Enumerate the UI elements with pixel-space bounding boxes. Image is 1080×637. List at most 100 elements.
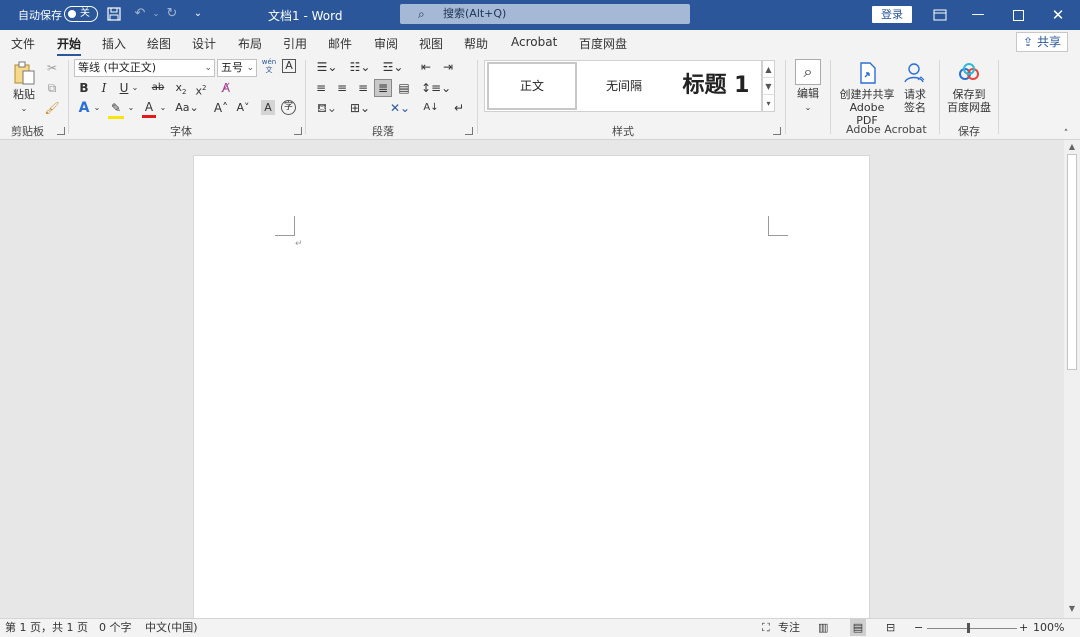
subscript-icon[interactable]: x2 xyxy=(174,80,188,100)
character-shading-icon[interactable]: A xyxy=(261,100,275,115)
document-page[interactable]: ↵ xyxy=(193,155,870,625)
zoom-slider-knob[interactable] xyxy=(967,623,970,633)
italic-icon[interactable]: I xyxy=(98,80,110,96)
clear-formatting-icon[interactable]: A̸ xyxy=(218,80,234,96)
web-layout-icon[interactable]: ⊟ xyxy=(886,619,895,636)
justify-icon[interactable]: ≣ xyxy=(374,79,392,97)
tab-review[interactable]: 审阅 xyxy=(374,35,398,52)
paste-button[interactable]: 粘贴 ⌄ xyxy=(10,60,38,115)
highlight-icon[interactable]: ✎ xyxy=(108,100,124,119)
numbering-icon[interactable]: ☷⌄ xyxy=(346,59,374,75)
focus-label[interactable]: 专注 xyxy=(778,619,800,636)
multilevel-list-icon[interactable]: ☲⌄ xyxy=(379,59,407,75)
tab-acrobat[interactable]: Acrobat xyxy=(511,35,557,49)
styles-down-icon[interactable]: ▼ xyxy=(763,78,774,95)
clipboard-launcher-icon[interactable] xyxy=(57,127,65,135)
borders-icon[interactable]: ⊞⌄ xyxy=(346,100,374,116)
distributed-icon[interactable]: ▤ xyxy=(396,80,412,96)
cut-icon[interactable]: ✂ xyxy=(44,60,60,76)
tab-help[interactable]: 帮助 xyxy=(464,35,488,52)
shading-icon[interactable]: ⛾⌄ xyxy=(313,100,341,116)
close-icon[interactable]: ✕ xyxy=(1038,0,1078,30)
search-box[interactable]: ⌕ 搜索(Alt+Q) xyxy=(400,4,690,24)
styles-launcher-icon[interactable] xyxy=(773,127,781,135)
tab-home[interactable]: 开始 xyxy=(57,35,82,56)
tab-file[interactable]: 文件 xyxy=(11,35,35,52)
request-signature-button[interactable]: 请求 签名 xyxy=(900,60,930,114)
save-icon[interactable] xyxy=(106,6,122,22)
bold-icon[interactable]: B xyxy=(78,80,90,96)
zoom-in-icon[interactable]: + xyxy=(1019,619,1028,636)
language[interactable]: 中文(中国) xyxy=(145,619,198,636)
line-spacing-icon[interactable]: ↕≡⌄ xyxy=(421,80,451,96)
share-button[interactable]: ⇪ 共享 xyxy=(1016,32,1068,52)
redo-icon[interactable]: ↻ xyxy=(164,6,180,22)
strikethrough-icon[interactable]: ab xyxy=(150,80,166,96)
sort-icon[interactable]: A↓ xyxy=(422,100,440,116)
vertical-scrollbar[interactable]: ▲ ▼ xyxy=(1064,140,1080,618)
zoom-slider[interactable] xyxy=(927,628,1017,629)
font-color-dropdown-icon[interactable]: ⌄ xyxy=(158,100,168,116)
scroll-thumb[interactable] xyxy=(1067,154,1077,370)
style-no-spacing[interactable]: 无间隔 xyxy=(579,62,669,110)
tab-design[interactable]: 设计 xyxy=(192,35,216,52)
undo-dropdown-icon[interactable]: ⌄ xyxy=(148,6,164,22)
show-marks-icon[interactable]: ↵ xyxy=(451,100,467,116)
create-share-pdf-button[interactable]: 创建并共享 Adobe PDF xyxy=(838,60,896,127)
tab-view[interactable]: 视图 xyxy=(419,35,443,52)
zoom-out-icon[interactable]: − xyxy=(914,619,923,636)
style-normal[interactable]: 正文 xyxy=(487,62,577,110)
align-center-icon[interactable]: ≡ xyxy=(334,80,350,96)
highlight-dropdown-icon[interactable]: ⌄ xyxy=(126,100,136,116)
underline-icon[interactable]: U xyxy=(118,80,130,96)
minimize-icon[interactable]: — xyxy=(958,0,998,30)
focus-icon[interactable]: ⛶ xyxy=(762,619,770,636)
tab-references[interactable]: 引用 xyxy=(283,35,307,52)
ribbon-display-icon[interactable] xyxy=(920,0,960,30)
login-button[interactable]: 登录 xyxy=(872,6,912,23)
chinese-layout-icon[interactable]: ✕⌄ xyxy=(386,100,414,116)
tab-mailings[interactable]: 邮件 xyxy=(328,35,352,52)
enclose-characters-icon[interactable]: 字 xyxy=(281,100,296,115)
decrease-indent-icon[interactable]: ⇤ xyxy=(418,59,434,75)
text-effects-dropdown-icon[interactable]: ⌄ xyxy=(92,100,102,116)
word-count[interactable]: 0 个字 xyxy=(99,619,132,636)
undo-icon[interactable]: ↶ xyxy=(132,6,148,22)
increase-indent-icon[interactable]: ⇥ xyxy=(440,59,456,75)
styles-up-icon[interactable]: ▲ xyxy=(763,61,774,78)
scroll-up-icon[interactable]: ▲ xyxy=(1064,142,1080,151)
zoom-level[interactable]: 100% xyxy=(1033,619,1064,636)
scroll-down-icon[interactable]: ▼ xyxy=(1064,604,1080,613)
style-heading-1[interactable]: 标题 1 xyxy=(671,62,761,110)
print-layout-icon[interactable]: ▤ xyxy=(850,619,866,636)
page-count[interactable]: 第 1 页，共 1 页 xyxy=(5,619,88,636)
font-color-icon[interactable]: A xyxy=(142,99,156,118)
maximize-icon[interactable] xyxy=(998,0,1038,30)
font-launcher-icon[interactable] xyxy=(294,127,302,135)
styles-more-icon[interactable]: ▾ xyxy=(763,95,774,112)
superscript-icon[interactable]: x2 xyxy=(194,80,208,100)
paragraph-launcher-icon[interactable] xyxy=(465,127,473,135)
save-to-baidu-button[interactable]: 保存到 百度网盘 xyxy=(947,60,991,114)
shrink-font-icon[interactable]: A˅ xyxy=(235,100,251,116)
autosave-toggle[interactable]: 关 xyxy=(64,6,98,22)
copy-icon[interactable]: ⧉ xyxy=(44,80,60,96)
tab-draw[interactable]: 绘图 xyxy=(147,35,171,52)
grow-font-icon[interactable]: A˄ xyxy=(213,100,229,116)
change-case-icon[interactable]: Aa⌄ xyxy=(175,100,199,116)
customize-toolbar-icon[interactable]: ⌄ xyxy=(190,6,206,22)
align-left-icon[interactable]: ≡ xyxy=(313,80,329,96)
editing-button[interactable]: ⌕ 编辑 ⌄ xyxy=(793,59,823,114)
tab-baidu-netdisk[interactable]: 百度网盘 xyxy=(579,35,627,52)
underline-dropdown-icon[interactable]: ⌄ xyxy=(130,80,140,96)
read-mode-icon[interactable]: ▥ xyxy=(818,619,828,636)
font-size-select[interactable]: 五号 ⌄ xyxy=(217,59,257,77)
tab-layout[interactable]: 布局 xyxy=(238,35,262,52)
bullets-icon[interactable]: ☰⌄ xyxy=(313,59,341,75)
character-border-icon[interactable]: A xyxy=(282,59,296,73)
format-painter-icon[interactable]: 🖌 xyxy=(44,100,60,116)
align-right-icon[interactable]: ≡ xyxy=(355,80,371,96)
tab-insert[interactable]: 插入 xyxy=(102,35,126,52)
font-name-select[interactable]: 等线 (中文正文) ⌄ xyxy=(74,59,215,77)
phonetic-guide-icon[interactable]: wén 文 xyxy=(261,58,277,74)
